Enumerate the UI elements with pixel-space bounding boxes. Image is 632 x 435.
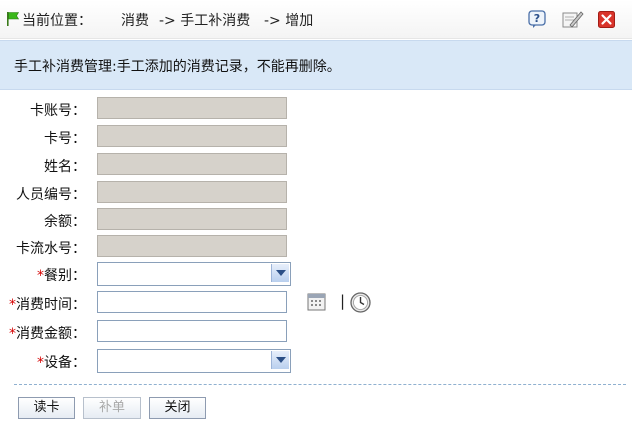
person-id-label: 人员编号： (16, 187, 86, 203)
device-label-text: 设备： (44, 355, 86, 371)
required-mark: * (9, 297, 16, 313)
row-consume-amount: *消费金额： (0, 320, 632, 344)
consume-amount-label-text: 消费金额： (16, 326, 86, 342)
top-bar: 当前位置： 消费 -> 手工补消费 -> 增加 ? (0, 0, 632, 39)
breadcrumb-item-consume[interactable]: 消费 (121, 10, 149, 30)
balance-field (97, 208, 287, 230)
required-mark: * (9, 326, 16, 342)
row-card-serial: 卡流水号： (0, 235, 632, 259)
card-account-field (97, 97, 287, 119)
required-mark: * (37, 355, 44, 371)
flag-icon (7, 12, 20, 26)
divider (14, 384, 626, 385)
row-card-account: 卡账号： (0, 97, 632, 121)
card-serial-label: 卡流水号： (16, 241, 86, 257)
location-label: 当前位置： (22, 13, 92, 29)
consume-time-label: *消费时间： (9, 294, 86, 314)
edit-icon[interactable] (561, 9, 585, 29)
svg-text:?: ? (534, 12, 540, 25)
chevron-down-icon[interactable] (271, 264, 289, 282)
row-consume-time: *消费时间： | (0, 291, 632, 315)
breadcrumb-item-add: -> 增加 (264, 13, 314, 29)
card-number-field (97, 125, 287, 147)
card-number-label: 卡号： (44, 131, 86, 147)
device-label: *设备： (37, 352, 86, 372)
row-name: 姓名： (0, 153, 632, 177)
row-device: *设备： (0, 349, 632, 373)
row-card-number: 卡号： (0, 125, 632, 149)
clock-icon[interactable] (350, 292, 371, 313)
calendar-icon[interactable] (307, 292, 326, 311)
name-field (97, 153, 287, 175)
meal-type-select[interactable] (97, 262, 291, 286)
consume-amount-input[interactable] (97, 320, 287, 342)
device-select[interactable] (97, 349, 291, 373)
breadcrumb-item-manual[interactable]: -> 手工补消费 (159, 10, 250, 30)
close-button[interactable]: 关闭 (149, 397, 206, 419)
required-mark: * (37, 268, 44, 284)
consume-amount-label: *消费金额： (9, 323, 86, 343)
info-text: 手工补消费管理:手工添加的消费记录，不能再删除。 (14, 59, 341, 75)
meal-type-label: *餐别： (37, 265, 86, 285)
person-id-field (97, 181, 287, 203)
row-balance: 余额： (0, 208, 632, 232)
consume-time-label-text: 消费时间： (16, 297, 86, 313)
row-meal-type: *餐别： (0, 262, 632, 286)
card-serial-field (97, 235, 287, 257)
supplement-button[interactable]: 补单 (83, 397, 141, 419)
name-label: 姓名： (44, 159, 86, 175)
chevron-down-icon[interactable] (271, 351, 289, 369)
info-banner: 手工补消费管理:手工添加的消费记录，不能再删除。 (0, 40, 632, 90)
row-person-id: 人员编号： (0, 181, 632, 205)
balance-label: 余额： (44, 214, 86, 230)
consume-time-input[interactable] (97, 291, 287, 313)
read-card-button[interactable]: 读卡 (18, 397, 75, 419)
meal-type-label-text: 餐别： (44, 268, 86, 284)
card-account-label: 卡账号： (30, 103, 86, 119)
close-icon[interactable] (598, 11, 615, 28)
help-icon[interactable]: ? (527, 9, 547, 29)
time-separator: | (340, 292, 346, 310)
